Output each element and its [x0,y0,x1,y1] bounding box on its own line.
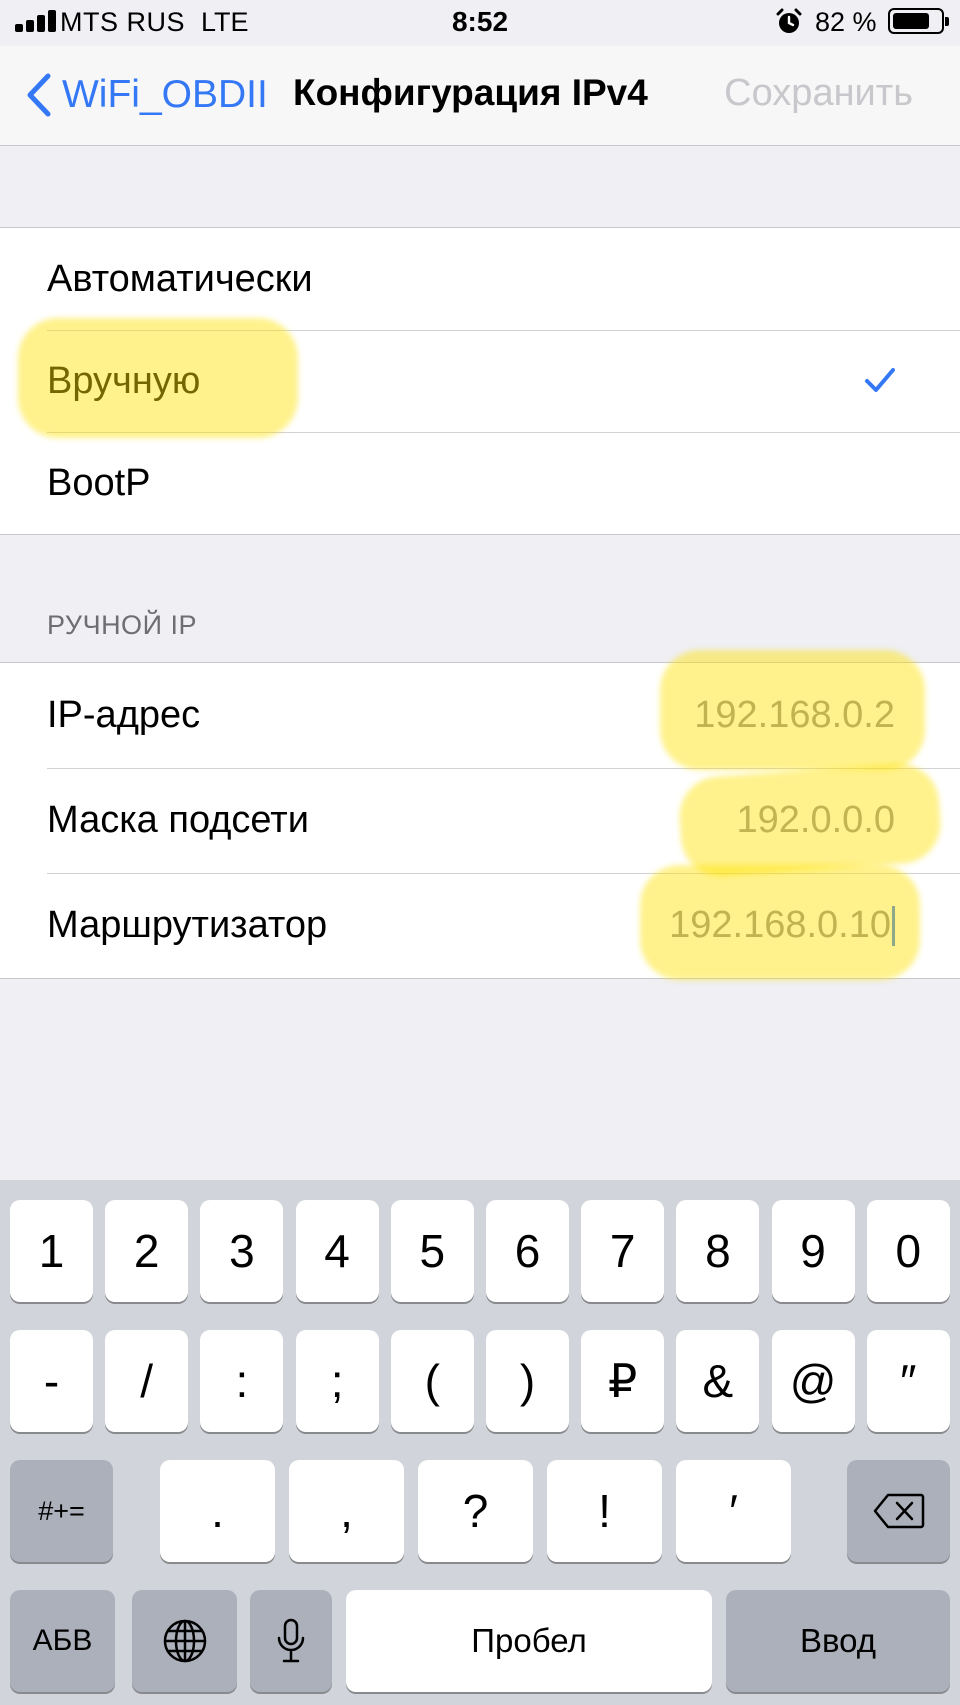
backspace-icon [873,1493,924,1529]
section-header: РУЧНОЙ IP [47,610,197,640]
key-4[interactable]: ; [295,1330,379,1432]
option-automatic[interactable]: Автоматически [0,228,960,330]
key-dictation[interactable] [250,1590,332,1692]
option-bootp[interactable]: BootP [0,432,960,534]
status-bar: MTS RUS LTE 8:52 82 % [0,0,960,46]
page-title: Конфигурация IPv4 [293,72,648,113]
back-button[interactable]: WiFi_OBDII [26,70,268,120]
alarm-icon [776,8,802,33]
save-button[interactable]: Сохранить [724,72,913,115]
checkmark-icon [865,368,895,392]
key-space[interactable]: Пробел [346,1590,712,1692]
key-5[interactable]: 5 [390,1200,474,1302]
option-label: Автоматически [47,257,313,300]
key-8[interactable]: 8 [676,1200,760,1302]
highlight-mark [18,318,298,438]
field-label: Маршрутизатор [47,904,328,946]
field-label: IP-адрес [47,694,201,736]
highlight-mark [660,650,925,770]
microphone-icon [277,1618,305,1663]
key-3[interactable]: ? [418,1460,533,1562]
key-symbols-toggle[interactable]: #+= [10,1460,113,1562]
key-5[interactable]: ( [390,1330,474,1432]
field-label: Маска подсети [47,799,309,841]
globe-icon [163,1619,206,1663]
option-label: BootP [47,461,151,504]
key-6[interactable]: 6 [486,1200,569,1302]
key-2[interactable]: / [105,1330,189,1432]
key-5[interactable]: ′ [676,1460,791,1562]
back-label: WiFi_OBDII [62,73,268,116]
navigation-bar: WiFi_OBDII Конфигурация IPv4 Сохранить [0,46,960,146]
key-9[interactable]: @ [771,1330,855,1432]
highlight-mark [676,761,944,879]
chevron-left-icon [27,73,51,117]
battery-icon [888,8,949,34]
battery-percentage: 82 % [815,7,877,37]
key-1[interactable]: - [10,1330,93,1432]
key-delete[interactable] [847,1460,950,1562]
key-6[interactable]: ) [486,1330,569,1432]
key-7[interactable]: 7 [581,1200,665,1302]
key-1[interactable]: 1 [10,1200,93,1302]
key-abc[interactable]: АБВ [10,1590,115,1692]
key-globe[interactable] [132,1590,237,1692]
key-3[interactable]: 3 [200,1200,284,1302]
key-8[interactable]: & [676,1330,760,1432]
key-3[interactable]: : [200,1330,284,1432]
highlight-mark [640,865,920,980]
key-4[interactable]: 4 [295,1200,379,1302]
key-10[interactable]: ″ [866,1330,950,1432]
key-2[interactable]: 2 [105,1200,189,1302]
key-4[interactable]: ! [547,1460,662,1562]
key-1[interactable]: . [160,1460,275,1562]
key-10[interactable]: 0 [866,1200,950,1302]
numeric-keyboard: 1234567890 - /:;() ₽ & @ ″ #+= .,?! ′ АБВ Проб… [0,1180,960,1705]
key-9[interactable]: 9 [771,1200,855,1302]
key-2[interactable]: , [289,1460,404,1562]
key-7[interactable]: ₽ [581,1330,665,1432]
key-return[interactable]: Ввод [726,1590,950,1692]
